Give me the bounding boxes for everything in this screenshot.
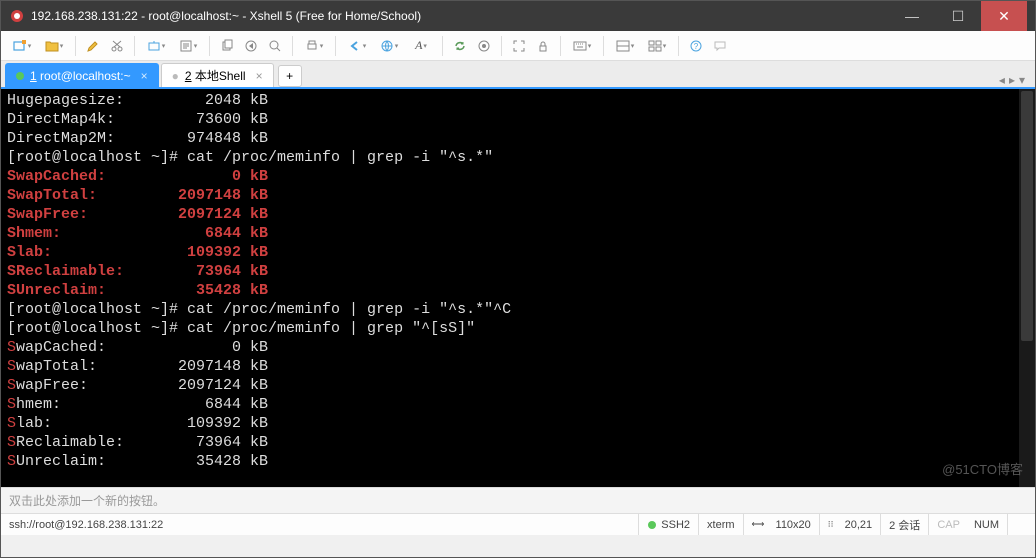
status-size: ⟷ 110x20: [743, 514, 819, 535]
help-icon[interactable]: ?: [685, 35, 707, 57]
scrollbar-thumb[interactable]: [1021, 91, 1033, 341]
separator: [442, 36, 443, 56]
highlight-icon[interactable]: [82, 35, 104, 57]
separator: [134, 36, 135, 56]
status-ssh: SSH2: [638, 514, 698, 535]
separator: [292, 36, 293, 56]
font-icon[interactable]: A▾: [406, 35, 436, 57]
separator: [209, 36, 210, 56]
status-bar: ssh://root@192.168.238.131:22 SSH2 xterm…: [1, 513, 1035, 535]
svg-text:?: ?: [694, 42, 699, 51]
tab-label: 2 本地Shell: [185, 67, 246, 84]
tab-active-session[interactable]: 1 root@localhost:~ ×: [5, 63, 159, 87]
maximize-button[interactable]: ☐: [935, 1, 981, 31]
tab-menu-icon[interactable]: ▾: [1019, 73, 1025, 87]
reconnect-icon[interactable]: ▾: [141, 35, 171, 57]
separator: [501, 36, 502, 56]
open-button[interactable]: ▾: [39, 35, 69, 57]
paste-icon[interactable]: [240, 35, 262, 57]
status-caps: CAPNUM: [928, 514, 1007, 535]
watermark: @51CTO博客: [942, 460, 1023, 479]
tab-prev-icon[interactable]: ◂: [999, 73, 1005, 87]
title-bar: 192.168.238.131:22 - root@localhost:~ - …: [1, 1, 1035, 31]
copy-icon[interactable]: [216, 35, 238, 57]
minimize-button[interactable]: —: [889, 1, 935, 31]
scissors-icon[interactable]: [106, 35, 128, 57]
layout-grid-icon[interactable]: ▾: [642, 35, 672, 57]
back-icon[interactable]: ▾: [342, 35, 372, 57]
lock-icon[interactable]: [532, 35, 554, 57]
chat-icon[interactable]: [709, 35, 731, 57]
layout-horizontal-icon[interactable]: ▾: [610, 35, 640, 57]
separator: [75, 36, 76, 56]
keyboard-icon[interactable]: ▾: [567, 35, 597, 57]
tab-close-icon[interactable]: ×: [256, 69, 263, 83]
tab-add-button[interactable]: +: [278, 65, 302, 87]
print-icon[interactable]: ▾: [299, 35, 329, 57]
tab-close-icon[interactable]: ×: [141, 69, 148, 83]
status-dot-icon: [16, 72, 24, 80]
window-title: 192.168.238.131:22 - root@localhost:~ - …: [31, 9, 889, 23]
find-icon[interactable]: [264, 35, 286, 57]
status-term: xterm: [698, 514, 743, 535]
tab-nav: ◂ ▸ ▾: [999, 73, 1031, 87]
fullscreen-icon[interactable]: [508, 35, 530, 57]
window-buttons: — ☐ ✕: [889, 1, 1027, 31]
close-button[interactable]: ✕: [981, 1, 1027, 31]
new-session-button[interactable]: ▾: [7, 35, 37, 57]
separator: [603, 36, 604, 56]
globe-icon[interactable]: ▾: [374, 35, 404, 57]
status-connection: ssh://root@192.168.238.131:22: [9, 519, 163, 531]
status-sessions: 2 会话: [880, 514, 928, 535]
separator: [560, 36, 561, 56]
status-dot-icon: ●: [172, 69, 179, 83]
scrollbar[interactable]: [1019, 89, 1035, 487]
tab-local-shell[interactable]: ● 2 本地Shell ×: [161, 63, 274, 87]
main-toolbar: ▾ ▾ ▾ ▾ ▾ ▾ ▾ A▾ ▾ ▾ ▾ ?: [1, 31, 1035, 61]
properties-icon[interactable]: ▾: [173, 35, 203, 57]
separator: [678, 36, 679, 56]
refresh-icon[interactable]: [449, 35, 471, 57]
status-resize-grip: [1007, 514, 1027, 535]
separator: [335, 36, 336, 56]
app-icon: [9, 8, 25, 24]
tab-next-icon[interactable]: ▸: [1009, 73, 1015, 87]
terminal-output[interactable]: Hugepagesize: 2048 kB DirectMap4k: 73600…: [1, 89, 1035, 487]
tab-label: 1 root@localhost:~: [30, 69, 131, 83]
status-pos: ⁝⁝ 20,21: [819, 514, 880, 535]
tab-bar: 1 root@localhost:~ × ● 2 本地Shell × + ◂ ▸…: [1, 61, 1035, 89]
target-icon[interactable]: [473, 35, 495, 57]
quick-bar[interactable]: 双击此处添加一个新的按钮。: [1, 487, 1035, 513]
